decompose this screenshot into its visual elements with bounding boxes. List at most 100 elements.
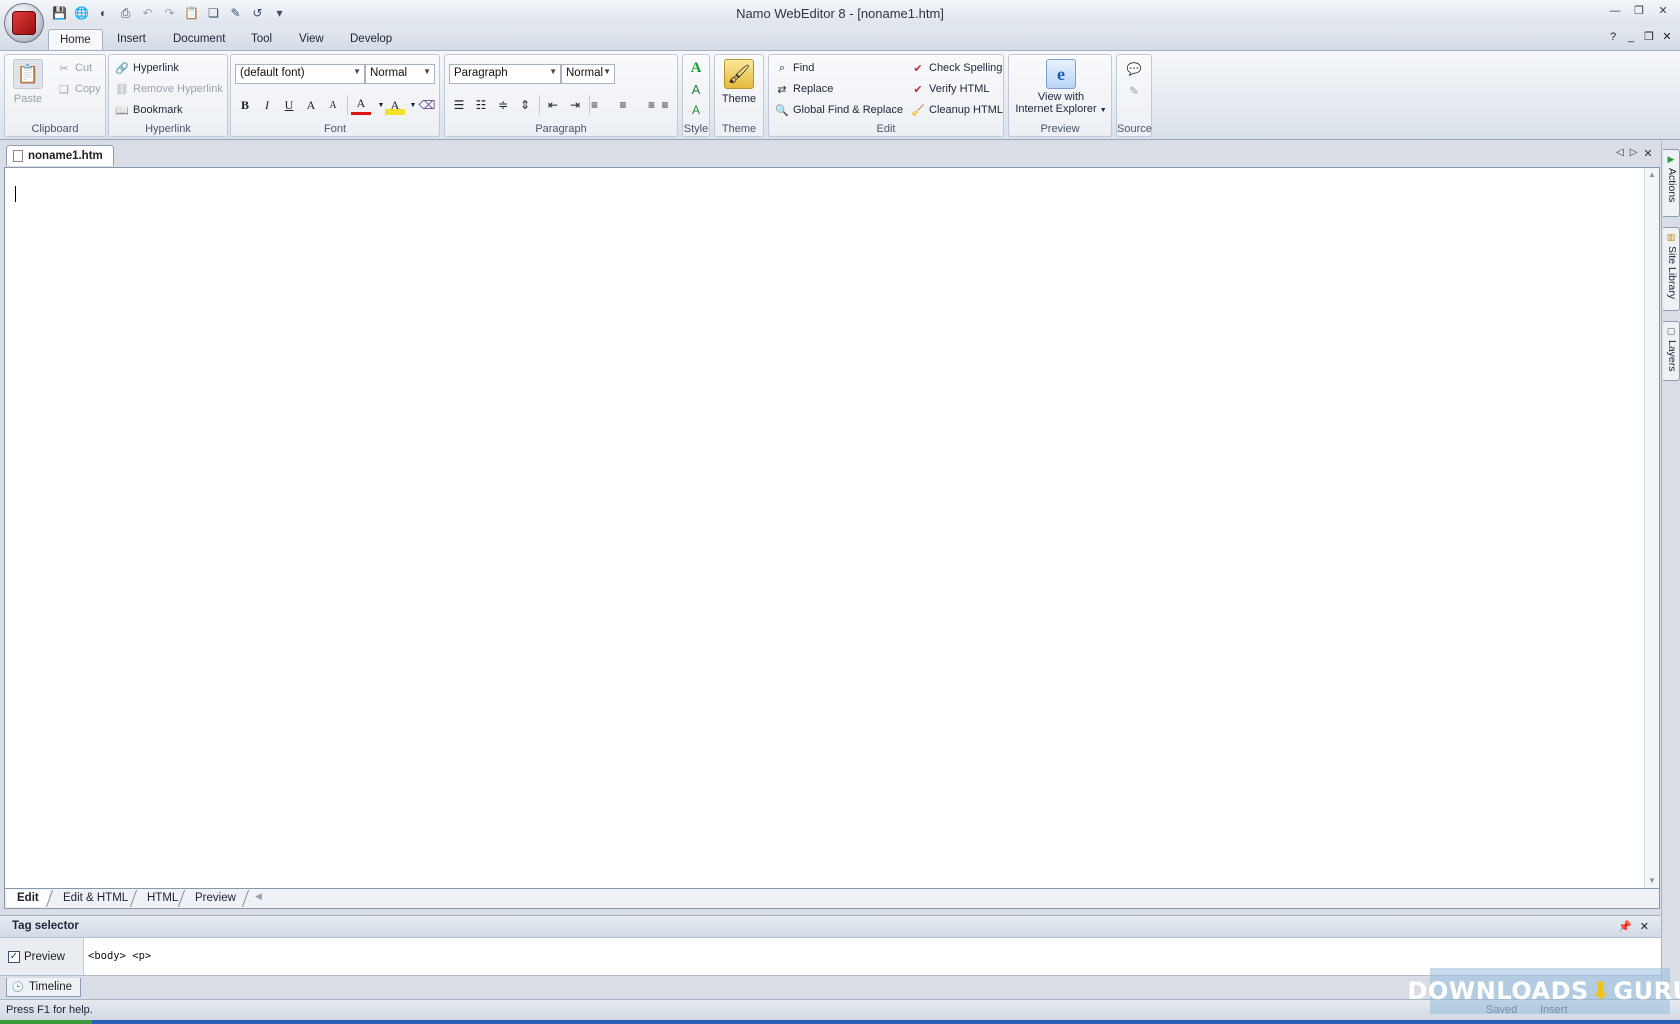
bold-button[interactable]: B [235,95,255,115]
preview-toggle[interactable]: ✓ Preview [0,938,84,976]
application-menu-button[interactable] [4,3,44,43]
tag-selector-body: ✓ Preview <body> <p> [0,938,1661,976]
tab-home[interactable]: Home [48,29,103,50]
side-tab-site-library[interactable]: ▥ Site Library [1663,227,1680,311]
paragraph-size-select[interactable]: Normal ▼ [561,64,615,84]
vertical-scrollbar[interactable]: ▲ ▼ [1644,168,1659,888]
undo-disabled-icon[interactable]: ↶ [138,4,157,22]
find-button[interactable]: ⌕ Find [775,61,815,75]
cleanup-html-button[interactable]: 🧹 Cleanup HTML [911,103,1003,117]
close-document-icon[interactable]: ✕ [1643,147,1652,160]
verify-html-button[interactable]: ✔ Verify HTML [911,82,989,96]
preview-icon[interactable]: ◐ [94,4,113,22]
document-tab-controls: ◁ ▷ ✕ [1616,147,1653,160]
indent-button[interactable]: ⇥ [565,95,585,115]
paragraph-style-select[interactable]: Paragraph ▼ [449,64,561,84]
copy-button[interactable]: ❏ Copy [57,82,101,96]
replace-icon: ⇄ [777,83,787,96]
mdi-restore-button[interactable]: ❐ [1642,30,1656,44]
justify-button[interactable]: ≡ [655,95,675,115]
shrink-font-button[interactable]: A [323,95,343,115]
remove-hyperlink-button[interactable]: ⛓ Remove Hyperlink [115,82,223,96]
mdi-close-button[interactable]: ✕ [1660,30,1674,44]
side-tab-layers[interactable]: ▢ Layers [1663,321,1680,381]
style-underline-icon[interactable]: A [686,100,706,120]
side-panel-dock: ▶ Actions ▥ Site Library ▢ Layers [1661,141,1680,999]
edit-icon[interactable]: ✎ [226,4,245,22]
scroll-up-icon[interactable]: ▲ [1645,168,1659,182]
close-window-button[interactable]: ✕ [1652,3,1674,19]
hyperlink-button[interactable]: 🔗 Hyperlink [115,61,179,75]
cut-button[interactable]: ✂ Cut [57,61,92,75]
italic-button[interactable]: I [257,95,277,115]
scroll-left-icon[interactable]: ◁ [1616,147,1624,160]
scissors-icon: ✂ [59,62,69,75]
grow-font-button[interactable]: A [301,95,321,115]
global-find-replace-button[interactable]: 🔍 Global Find & Replace [775,103,903,117]
copy-icon[interactable]: ❏ [204,4,223,22]
print-icon[interactable]: ⎙ [116,4,135,22]
pin-icon[interactable]: 📌 [1618,920,1632,933]
bookmark-button[interactable]: 📖 Bookmark [115,103,182,117]
publish-icon[interactable]: 🌐 [72,4,91,22]
tab-develop[interactable]: Develop [339,29,403,50]
check-spelling-button[interactable]: ✔ Check Spelling [911,61,1002,75]
document-tab[interactable]: noname1.htm [6,145,114,166]
tab-preview[interactable]: Preview [185,890,246,907]
help-icon[interactable]: ? [1606,30,1620,44]
view-with-ie-button[interactable]: e View with Internet Explorer ▼ [1013,59,1109,117]
divider [589,95,590,115]
side-tab-actions[interactable]: ▶ Actions [1663,149,1680,217]
mdi-minimize-button[interactable]: _ [1624,30,1638,44]
scroll-down-icon[interactable]: ▼ [1645,874,1659,888]
restore-window-button[interactable]: ❐ [1628,3,1650,19]
tab-insert[interactable]: Insert [106,29,157,50]
align-center-button[interactable]: ≡ [613,95,633,115]
source-check-icon[interactable]: ✎ [1124,81,1144,101]
font-size-select[interactable]: Normal ▼ [365,64,435,84]
redo-disabled-icon[interactable]: ↷ [160,4,179,22]
paste-button[interactable]: 📋 Paste [11,59,45,105]
line-spacing-button[interactable]: ≑ [493,95,513,115]
tab-view[interactable]: View [288,29,335,50]
theme-button[interactable]: 🖌 Theme [719,59,759,105]
tab-tool[interactable]: Tool [240,29,283,50]
outdent-button[interactable]: ⇤ [543,95,563,115]
tag-path[interactable]: <body> <p> [88,950,151,962]
tab-edit[interactable]: Edit [7,890,49,907]
style-a-icon[interactable]: A [686,58,706,78]
document-icon [13,150,23,162]
font-color-button[interactable]: A [351,95,371,115]
verify-icon: ✔ [913,83,923,96]
paragraph-spacing-button[interactable]: ⇕ [515,95,535,115]
paste-icon[interactable]: 📋 [182,4,201,22]
customize-icon[interactable]: ▾ [270,4,289,22]
align-right-button[interactable]: ≡ [635,95,655,115]
group-label: Clipboard [31,123,79,135]
preview-checkbox[interactable]: ✓ [8,951,20,963]
style-edit-icon[interactable]: A [686,79,706,99]
tab-edit-and-html[interactable]: Edit & HTML [53,890,138,907]
unlink-icon: ⛓ [115,83,129,96]
numbered-list-button[interactable]: ☰ [449,95,469,115]
font-group: (default font) ▼ Normal ▼ B I U A A A ▼ A … [230,54,440,137]
highlight-button[interactable]: A [385,95,405,115]
tab-document[interactable]: Document [162,29,236,50]
bullet-list-button[interactable]: ☷ [471,95,491,115]
align-left-button[interactable]: ≡ [591,95,611,115]
style-group: A A A Style [682,54,710,137]
save-icon[interactable]: 💾 [50,4,69,22]
close-panel-icon[interactable]: ✕ [1640,920,1649,933]
scroll-right-icon[interactable]: ▷ [1630,147,1638,160]
horizontal-scroll-left-icon[interactable]: ◀ [255,891,262,902]
timeline-tab[interactable]: 🕒 Timeline [6,978,82,997]
replace-button[interactable]: ⇄ Replace [775,82,833,96]
minimize-window-button[interactable]: — [1604,3,1626,19]
editor-canvas[interactable]: ▲ ▼ [4,167,1660,889]
undo-icon[interactable]: ↺ [248,4,267,22]
font-name-select[interactable]: (default font) ▼ [235,64,365,84]
clear-format-button[interactable]: ⌫ [417,95,437,115]
source-comment-icon[interactable]: 💬 [1124,59,1144,79]
copy-icon: ❏ [59,83,69,96]
underline-button[interactable]: U [279,95,299,115]
